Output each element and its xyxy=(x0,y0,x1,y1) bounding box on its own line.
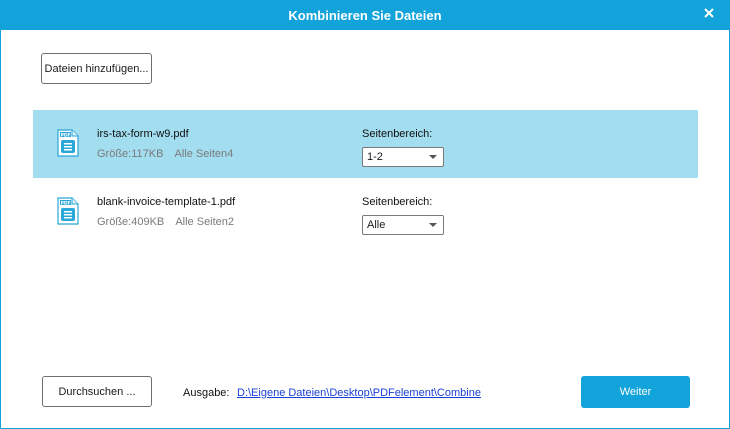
chevron-down-icon xyxy=(429,155,437,159)
file-pages: Alle Seiten4 xyxy=(174,148,234,160)
output-path-link[interactable]: D:\Eigene Dateien\Desktop\PDFelement\Com… xyxy=(237,387,481,399)
pdf-file-icon: PDF xyxy=(57,129,79,157)
next-button[interactable]: Weiter xyxy=(581,376,690,408)
dialog-title: Kombinieren Sie Dateien xyxy=(288,8,442,23)
page-range-value: Alle xyxy=(367,219,386,231)
file-name: irs-tax-form-w9.pdf xyxy=(97,128,189,140)
title-bar: Kombinieren Sie Dateien xyxy=(1,1,729,30)
file-pages: Alle Seiten2 xyxy=(175,216,235,228)
browse-button[interactable]: Durchsuchen ... xyxy=(42,376,152,407)
page-range-value: 1-2 xyxy=(367,151,383,163)
page-range-label: Seitenbereich: xyxy=(362,196,433,208)
page-range-select[interactable]: 1-2 xyxy=(362,147,444,167)
file-name: blank-invoice-template-1.pdf xyxy=(97,196,236,208)
svg-text:PDF: PDF xyxy=(61,200,71,206)
file-meta: Größe:409KB Alle Seiten2 xyxy=(97,216,234,228)
svg-text:PDF: PDF xyxy=(61,132,71,138)
output-label: Ausgabe: xyxy=(183,387,230,399)
file-row[interactable]: PDF blank-invoice-template-1.pdf Größe:4… xyxy=(33,178,698,246)
file-row[interactable]: PDF irs-tax-form-w9.pdf Größe:117KB Alle… xyxy=(33,110,698,178)
close-icon[interactable] xyxy=(704,5,720,23)
file-meta: Größe:117KB Alle Seiten4 xyxy=(97,148,233,160)
file-size: Größe:409KB xyxy=(97,216,165,228)
add-files-button[interactable]: Dateien hinzufügen... xyxy=(41,53,152,84)
pdf-file-icon: PDF xyxy=(57,197,79,225)
page-range-select[interactable]: Alle xyxy=(362,215,444,235)
file-size: Größe:117KB xyxy=(97,148,164,160)
combine-files-dialog: Kombinieren Sie Dateien Dateien hinzufüg… xyxy=(0,0,730,429)
page-range-label: Seitenbereich: xyxy=(362,128,433,140)
chevron-down-icon xyxy=(429,223,437,227)
